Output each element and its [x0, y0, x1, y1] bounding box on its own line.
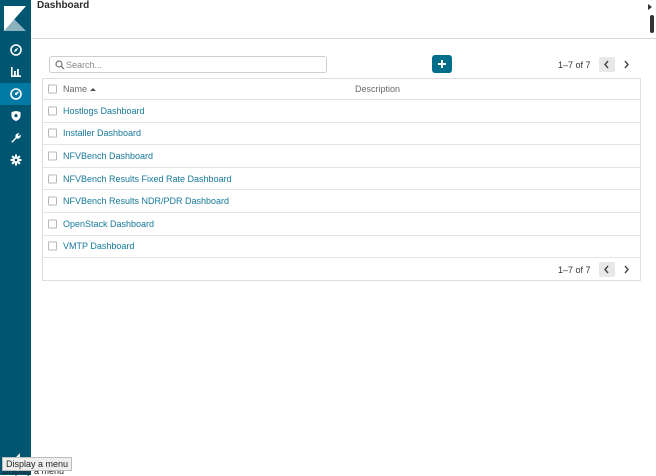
row-checkbox[interactable]: [48, 219, 57, 229]
table-row: Hostlogs Dashboard: [43, 100, 640, 123]
dashboard-link[interactable]: Installer Dashboard: [63, 128, 141, 138]
sort-ascending-icon: [90, 88, 97, 91]
table-row: NFVBench Results NDR/PDR Dashboard: [43, 190, 640, 213]
next-page-button[interactable]: [619, 57, 635, 72]
dashboard-link[interactable]: OpenStack Dashboard: [63, 219, 154, 229]
sidebar-item-management[interactable]: [0, 149, 31, 171]
sidebar-item-dashboard[interactable]: [0, 83, 31, 105]
dashboard-link[interactable]: NFVBench Dashboard: [63, 151, 153, 161]
dashboard-link[interactable]: NFVBench Results Fixed Rate Dashboard: [63, 174, 232, 184]
gear-icon: [10, 154, 21, 166]
table-row: NFVBench Results Fixed Rate Dashboard: [43, 168, 640, 191]
dashboard-link[interactable]: Hostlogs Dashboard: [63, 106, 145, 116]
scroll-handle[interactable]: [650, 15, 654, 33]
sidebar-item-dev-tools[interactable]: [0, 127, 31, 149]
table-row: VMTP Dashboard: [43, 236, 640, 259]
compass-icon: [9, 44, 22, 56]
description-column-header: Description: [355, 84, 401, 94]
sidebar-item-timelion[interactable]: [0, 105, 31, 127]
row-checkbox[interactable]: [48, 241, 57, 251]
sidebar: [0, 0, 31, 475]
name-column-label: Name: [63, 84, 88, 94]
table-header: Name Description: [43, 79, 640, 100]
search-input[interactable]: [66, 58, 321, 71]
table-row: NFVBench Dashboard: [43, 145, 640, 168]
sidebar-item-discover[interactable]: [0, 39, 31, 61]
chevron-left-icon: [604, 265, 609, 274]
dashboard-icon: [9, 88, 22, 100]
row-checkbox[interactable]: [48, 174, 57, 184]
bar-chart-icon: [10, 67, 21, 77]
kibana-logo[interactable]: [4, 6, 26, 31]
search-field[interactable]: [49, 56, 327, 73]
sidebar-item-visualize[interactable]: [0, 61, 31, 83]
chevron-right-icon: [624, 265, 629, 274]
plus-icon: [438, 60, 446, 68]
row-checkbox[interactable]: [48, 128, 57, 138]
pager-top: 1–7 of 7: [558, 56, 635, 73]
pager-count: 1–7 of 7: [558, 59, 591, 70]
pager-bottom: 1–7 of 7: [558, 261, 635, 278]
select-all-checkbox[interactable]: [48, 84, 57, 94]
dashboard-link[interactable]: VMTP Dashboard: [63, 241, 134, 251]
name-column-header[interactable]: Name: [63, 84, 97, 94]
page-title: Dashboard: [37, 0, 90, 11]
dashboard-table: Name Description Hostlogs Dashboard Inst…: [42, 78, 641, 259]
chevron-right-icon: [624, 60, 629, 69]
row-checkbox[interactable]: [48, 196, 57, 206]
caret-right-icon[interactable]: [648, 4, 652, 10]
table-footer: [42, 257, 641, 281]
shield-icon: [11, 111, 20, 121]
table-row: Installer Dashboard: [43, 123, 640, 146]
pager-count: 1–7 of 7: [558, 264, 591, 275]
search-icon: [55, 60, 65, 70]
wrench-icon: [10, 133, 21, 143]
previous-page-button[interactable]: [598, 57, 615, 72]
dashboard-link[interactable]: NFVBench Results NDR/PDR Dashboard: [63, 196, 229, 206]
menu-tooltip: Display a menu: [2, 457, 73, 471]
table-row: OpenStack Dashboard: [43, 213, 640, 236]
row-checkbox[interactable]: [48, 106, 57, 116]
chevron-left-icon: [604, 60, 609, 69]
previous-page-button[interactable]: [598, 262, 615, 277]
next-page-button[interactable]: [619, 262, 635, 277]
add-dashboard-button[interactable]: [432, 55, 452, 73]
row-checkbox[interactable]: [48, 151, 57, 161]
top-nav-bar: Dashboard: [31, 0, 656, 39]
